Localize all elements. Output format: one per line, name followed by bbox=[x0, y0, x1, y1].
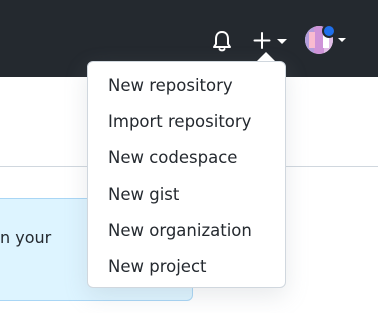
menu-item-new-repository[interactable]: New repository bbox=[88, 68, 285, 104]
menu-item-import-repository[interactable]: Import repository bbox=[88, 104, 285, 140]
menu-item-new-codespace[interactable]: New codespace bbox=[88, 140, 285, 176]
banner-text: n your bbox=[0, 228, 52, 247]
caret-down-icon bbox=[338, 38, 346, 42]
caret-down-icon bbox=[277, 39, 287, 44]
create-menu-list: New repository Import repository New cod… bbox=[88, 68, 285, 285]
notifications-button[interactable] bbox=[208, 27, 236, 55]
user-menu-button[interactable] bbox=[302, 22, 352, 58]
dropdown-pointer bbox=[257, 52, 275, 61]
menu-item-new-project[interactable]: New project bbox=[88, 249, 285, 285]
bell-icon bbox=[213, 31, 231, 52]
menu-item-new-gist[interactable]: New gist bbox=[88, 177, 285, 213]
menu-item-new-organization[interactable]: New organization bbox=[88, 213, 285, 249]
create-new-dropdown: New repository Import repository New cod… bbox=[87, 61, 286, 288]
status-indicator bbox=[322, 24, 336, 38]
